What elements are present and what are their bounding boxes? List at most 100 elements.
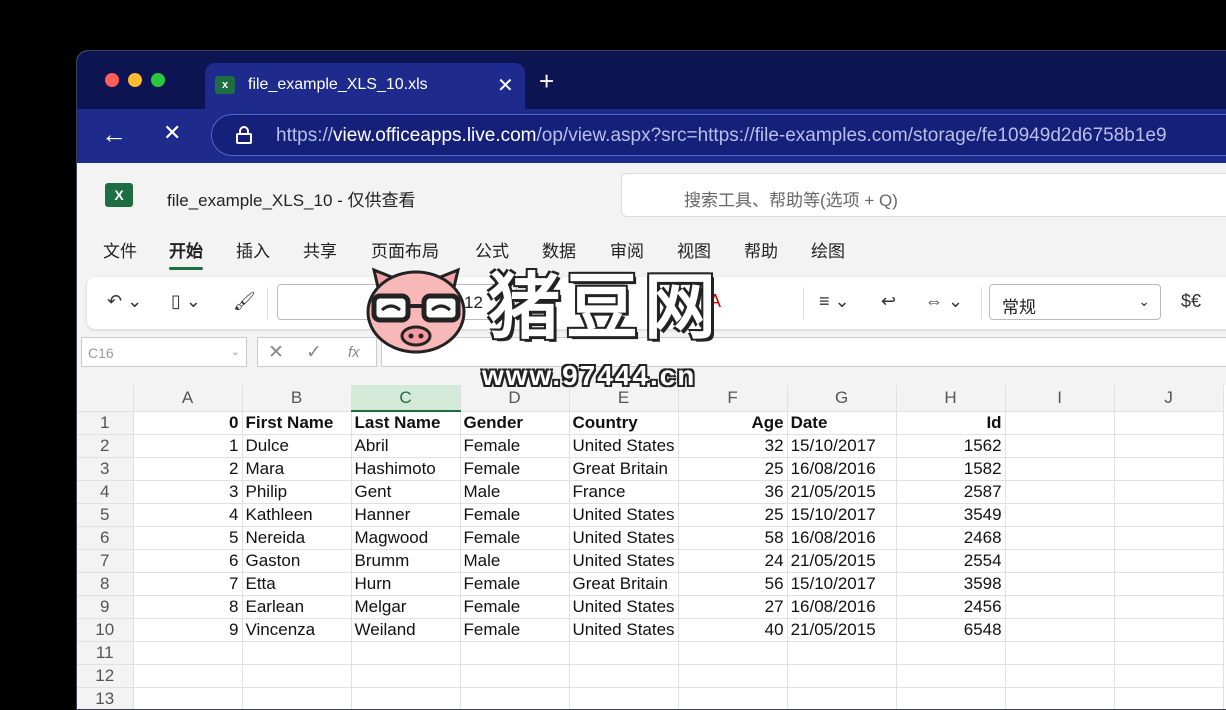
cell[interactable]: 0 bbox=[133, 411, 242, 435]
cell[interactable]: 25 bbox=[678, 504, 787, 527]
cell[interactable]: 15/10/2017 bbox=[787, 573, 896, 596]
cell[interactable]: Etta bbox=[242, 573, 351, 596]
cell[interactable]: 9 bbox=[133, 619, 242, 642]
cell[interactable] bbox=[787, 642, 896, 665]
cell[interactable]: 16/08/2016 bbox=[787, 527, 896, 550]
row-header[interactable]: 1 bbox=[77, 411, 133, 435]
cell[interactable]: Hashimoto bbox=[351, 458, 460, 481]
cell[interactable]: 36 bbox=[678, 481, 787, 504]
cell[interactable] bbox=[1114, 619, 1223, 642]
cell[interactable]: United States bbox=[569, 435, 678, 458]
cell[interactable]: 27 bbox=[678, 596, 787, 619]
column-header-a[interactable]: A bbox=[133, 385, 242, 411]
cell[interactable] bbox=[1114, 688, 1223, 710]
cell[interactable]: 6548 bbox=[896, 619, 1005, 642]
column-header-h[interactable]: H bbox=[896, 385, 1005, 411]
cell[interactable]: 58 bbox=[678, 527, 787, 550]
cell[interactable]: 7 bbox=[133, 573, 242, 596]
cell[interactable]: Id bbox=[896, 411, 1005, 435]
cell[interactable] bbox=[569, 642, 678, 665]
cell[interactable] bbox=[1114, 665, 1223, 688]
cell[interactable] bbox=[242, 642, 351, 665]
row-header[interactable]: 9 bbox=[77, 596, 133, 619]
cell[interactable]: Male bbox=[460, 550, 569, 573]
cell[interactable]: Gent bbox=[351, 481, 460, 504]
cell[interactable] bbox=[460, 642, 569, 665]
cell[interactable] bbox=[1005, 458, 1114, 481]
url-field[interactable]: https://view.officeapps.live.com/op/view… bbox=[211, 114, 1226, 156]
tab-draw[interactable]: 绘图 bbox=[811, 237, 845, 262]
cell[interactable]: 32 bbox=[678, 435, 787, 458]
cell[interactable]: 3549 bbox=[896, 504, 1005, 527]
cell[interactable]: 1562 bbox=[896, 435, 1005, 458]
number-format-select[interactable]: 常规⌄ bbox=[989, 284, 1161, 320]
align-icon[interactable]: ≡ ⌄ bbox=[819, 291, 850, 312]
cell[interactable] bbox=[1005, 504, 1114, 527]
cell[interactable]: Last Name bbox=[351, 411, 460, 435]
cell[interactable] bbox=[896, 688, 1005, 710]
maximize-window-button[interactable] bbox=[151, 73, 165, 87]
cell[interactable] bbox=[896, 665, 1005, 688]
cell[interactable] bbox=[678, 688, 787, 710]
cell[interactable]: 24 bbox=[678, 550, 787, 573]
stop-icon[interactable]: ✕ bbox=[163, 120, 181, 146]
undo-icon[interactable]: ↶ ⌄ bbox=[107, 291, 142, 312]
cancel-icon[interactable]: ✕ bbox=[268, 341, 284, 364]
cell[interactable]: Country bbox=[569, 411, 678, 435]
cell[interactable]: 16/08/2016 bbox=[787, 596, 896, 619]
cell[interactable]: Gaston bbox=[242, 550, 351, 573]
cell[interactable] bbox=[1005, 411, 1114, 435]
cell[interactable]: 2587 bbox=[896, 481, 1005, 504]
row-header[interactable]: 10 bbox=[77, 619, 133, 642]
cell[interactable]: 2468 bbox=[896, 527, 1005, 550]
tab-share[interactable]: 共享 bbox=[303, 237, 337, 262]
cell[interactable]: Great Britain bbox=[569, 573, 678, 596]
cell[interactable] bbox=[1114, 642, 1223, 665]
cell[interactable]: Female bbox=[460, 504, 569, 527]
cell[interactable] bbox=[1005, 527, 1114, 550]
cell[interactable] bbox=[1114, 458, 1223, 481]
cell[interactable]: 16/08/2016 bbox=[787, 458, 896, 481]
cell[interactable]: United States bbox=[569, 504, 678, 527]
cell[interactable] bbox=[1114, 411, 1223, 435]
cell[interactable] bbox=[1005, 481, 1114, 504]
cell[interactable] bbox=[678, 642, 787, 665]
cell[interactable]: Female bbox=[460, 435, 569, 458]
cell[interactable]: Great Britain bbox=[569, 458, 678, 481]
tab-insert[interactable]: 插入 bbox=[236, 237, 270, 262]
cell[interactable]: Melgar bbox=[351, 596, 460, 619]
cell[interactable]: Male bbox=[460, 481, 569, 504]
url-text[interactable]: https://view.officeapps.live.com/op/view… bbox=[276, 125, 1167, 147]
cell[interactable]: Mara bbox=[242, 458, 351, 481]
select-all-corner[interactable] bbox=[77, 385, 133, 411]
row-header[interactable]: 11 bbox=[77, 642, 133, 665]
cell[interactable] bbox=[351, 665, 460, 688]
row-header[interactable]: 8 bbox=[77, 573, 133, 596]
cell[interactable]: United States bbox=[569, 550, 678, 573]
cell[interactable]: Abril bbox=[351, 435, 460, 458]
row-header[interactable]: 13 bbox=[77, 688, 133, 710]
cell[interactable]: Brumm bbox=[351, 550, 460, 573]
tab-home[interactable]: 开始 bbox=[169, 237, 203, 262]
cell[interactable]: Female bbox=[460, 573, 569, 596]
cell[interactable]: 40 bbox=[678, 619, 787, 642]
cell[interactable] bbox=[569, 688, 678, 710]
cell[interactable]: Date bbox=[787, 411, 896, 435]
cell[interactable] bbox=[133, 642, 242, 665]
row-header[interactable]: 4 bbox=[77, 481, 133, 504]
cell[interactable]: Nereida bbox=[242, 527, 351, 550]
cell[interactable]: First Name bbox=[242, 411, 351, 435]
tab-file[interactable]: 文件 bbox=[103, 237, 137, 262]
row-header[interactable]: 6 bbox=[77, 527, 133, 550]
cell[interactable] bbox=[569, 665, 678, 688]
cell[interactable]: France bbox=[569, 481, 678, 504]
cell[interactable]: 8 bbox=[133, 596, 242, 619]
cell[interactable]: 6 bbox=[133, 550, 242, 573]
cell[interactable] bbox=[787, 688, 896, 710]
cell[interactable] bbox=[678, 665, 787, 688]
merge-cells-icon[interactable]: ⇔ ⌄ bbox=[925, 291, 963, 312]
confirm-icon[interactable]: ✓ bbox=[306, 341, 322, 364]
close-tab-icon[interactable]: ✕ bbox=[497, 73, 514, 98]
browser-tab[interactable]: x file_example_XLS_10.xls ✕ bbox=[205, 63, 525, 109]
cell[interactable] bbox=[787, 665, 896, 688]
